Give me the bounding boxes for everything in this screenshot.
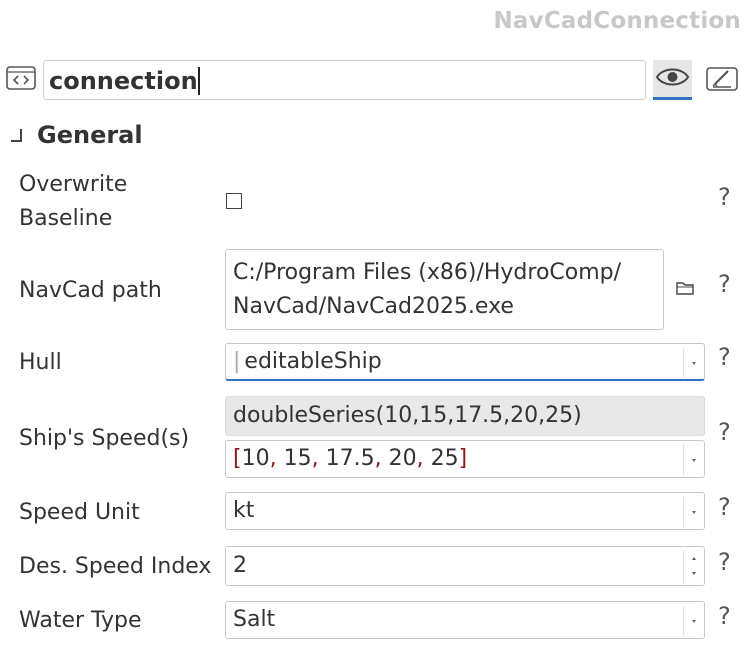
help-icon[interactable]: ? <box>718 270 731 298</box>
reference-bar-icon: | <box>233 349 241 374</box>
eye-icon <box>655 68 690 86</box>
speed-unit-label: Speed Unit <box>19 500 140 525</box>
folder-icon[interactable] <box>676 280 694 296</box>
hull-label: Hull <box>19 350 62 375</box>
object-name-input[interactable]: connection <box>43 60 646 100</box>
ships-speeds-array-value: [10, 15, 17.5, 20, 25] <box>233 446 467 471</box>
section-title-general[interactable]: General <box>37 121 143 149</box>
array-separator: , <box>416 446 431 471</box>
navcad-path-field[interactable]: C:/Program Files (x86)/HydroComp/ NavCad… <box>225 249 664 330</box>
array-item: 25 <box>430 446 459 471</box>
spin-arrows[interactable] <box>683 550 704 584</box>
ships-speeds-array-combobox[interactable]: [10, 15, 17.5, 20, 25] <box>225 440 705 478</box>
chevron-down-icon[interactable] <box>683 445 704 475</box>
array-item: 17.5 <box>325 446 375 471</box>
array-open-bracket: [ <box>233 446 242 471</box>
help-icon[interactable]: ? <box>718 548 731 576</box>
help-icon[interactable]: ? <box>718 183 731 211</box>
code-brackets-icon[interactable] <box>6 66 36 90</box>
chevron-down-icon[interactable] <box>683 348 704 378</box>
water-type-value: Salt <box>233 607 276 632</box>
overwrite-baseline-label-line2: Baseline <box>19 206 113 231</box>
navcad-path-line1: C:/Program Files (x86)/HydroComp/ <box>233 260 622 285</box>
help-icon[interactable]: ? <box>718 493 731 521</box>
array-item: 15 <box>283 446 312 471</box>
speed-unit-combobox[interactable]: kt <box>225 492 705 530</box>
water-type-combobox[interactable]: Salt <box>225 601 705 639</box>
object-type-title: NavCadConnection <box>493 8 741 34</box>
ships-speeds-expression: doubleSeries(10,15,17.5,20,25) <box>225 396 705 436</box>
overwrite-baseline-label-line1: Overwrite <box>19 172 128 197</box>
chevron-down-icon[interactable] <box>683 606 704 636</box>
speed-unit-value: kt <box>233 498 255 523</box>
array-close-bracket: ] <box>458 446 468 471</box>
edit-pencil-icon <box>706 67 738 91</box>
des-speed-index-label: Des. Speed Index <box>19 554 212 579</box>
help-icon[interactable]: ? <box>718 602 731 630</box>
collapse-corner-icon[interactable] <box>10 128 24 144</box>
view-mode-button[interactable] <box>653 60 692 100</box>
hull-combobox[interactable]: | editableShip <box>225 343 705 381</box>
des-speed-index-value: 2 <box>233 553 247 578</box>
text-caret <box>197 67 200 95</box>
navcad-path-line2: NavCad/NavCad2025.exe <box>233 294 514 319</box>
array-separator: , <box>269 446 284 471</box>
overwrite-baseline-checkbox[interactable] <box>226 193 242 209</box>
array-separator: , <box>374 446 389 471</box>
spin-down-icon[interactable] <box>692 572 696 575</box>
des-speed-index-spinbox[interactable]: 2 <box>225 546 705 586</box>
array-separator: , <box>311 446 326 471</box>
help-icon[interactable]: ? <box>718 418 731 446</box>
help-icon[interactable]: ? <box>718 343 731 371</box>
spin-up-icon[interactable] <box>692 557 696 560</box>
array-item: 20 <box>388 446 417 471</box>
water-type-label: Water Type <box>19 608 142 633</box>
ships-speeds-label: Ship's Speed(s) <box>19 426 190 451</box>
overwrite-baseline-label: Overwrite Baseline <box>19 168 127 236</box>
chevron-down-icon[interactable] <box>683 497 704 527</box>
navcad-path-label: NavCad path <box>19 278 162 303</box>
hull-value: editableShip <box>244 349 382 374</box>
edit-mode-button[interactable] <box>705 64 739 94</box>
array-item: 10 <box>241 446 270 471</box>
object-name-value: connection <box>49 67 198 95</box>
